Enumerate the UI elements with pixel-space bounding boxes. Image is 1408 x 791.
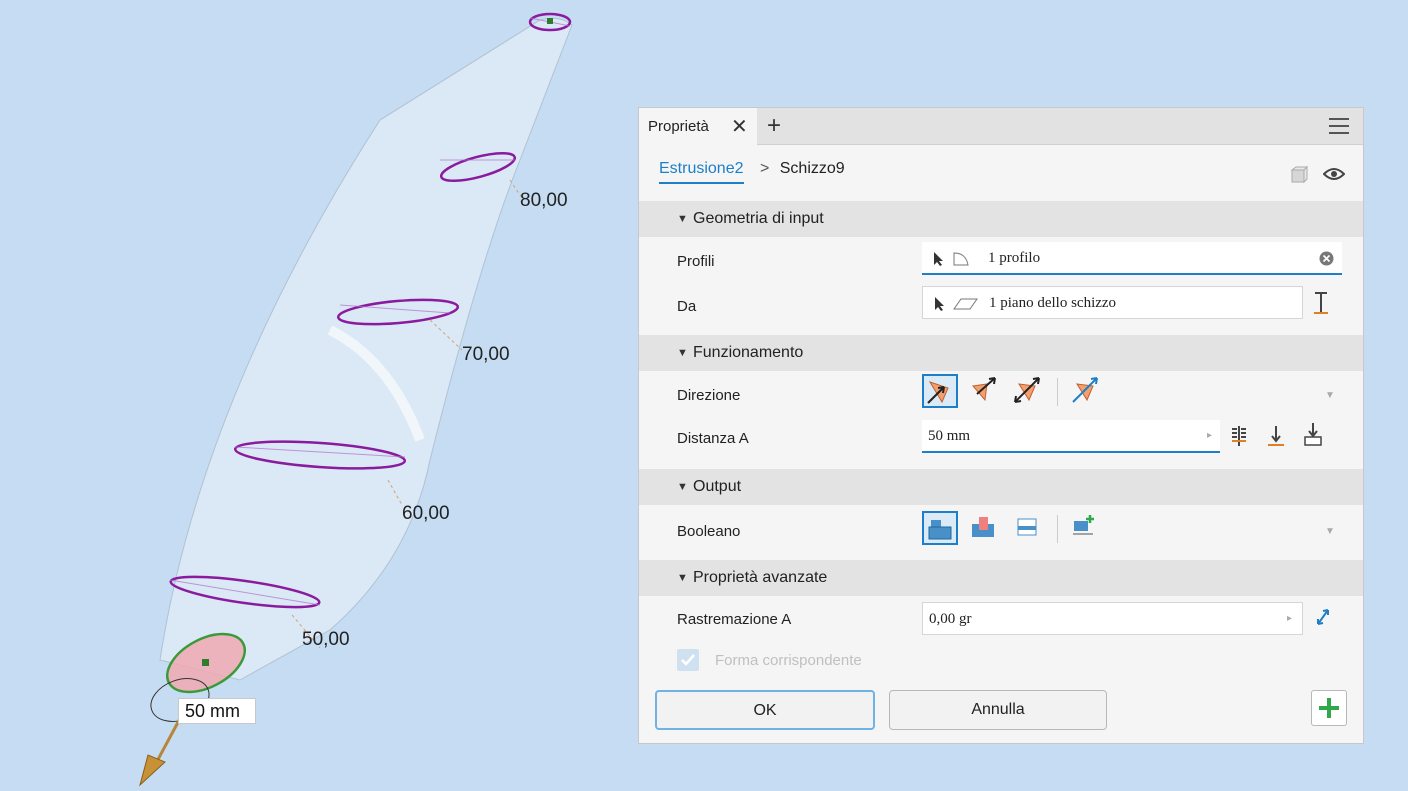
- direction-default-icon: [927, 381, 949, 404]
- section-input-geometry[interactable]: ▼ Geometria di input: [639, 201, 1363, 237]
- dimension-label-60[interactable]: 60,00: [402, 503, 450, 525]
- section-title: Funzionamento: [693, 344, 804, 361]
- distance-input[interactable]: 50 mm ▸: [922, 420, 1220, 453]
- from-label: Da: [677, 298, 697, 315]
- distance-label: Distanza A: [677, 430, 749, 447]
- intersect-icon: [1017, 518, 1037, 536]
- direction-symmetric-button[interactable]: [1011, 374, 1047, 408]
- boolean-dropdown-icon[interactable]: ▼: [1325, 526, 1335, 537]
- direction-flipped-button[interactable]: [967, 374, 1003, 408]
- direction-default-button[interactable]: [922, 374, 958, 408]
- separator: [1057, 515, 1058, 543]
- value-menu-arrow-icon[interactable]: ▸: [1287, 613, 1292, 624]
- section-output[interactable]: ▼ Output: [639, 469, 1363, 505]
- cursor-arrow-icon: [935, 297, 944, 311]
- breadcrumb-sketch[interactable]: Schizzo9: [780, 160, 845, 177]
- direction-dropdown-icon[interactable]: ▼: [1325, 390, 1335, 401]
- apply-add-button[interactable]: [1311, 690, 1347, 726]
- tab-properties[interactable]: Proprietà ✕: [639, 108, 757, 145]
- tab-label: Proprietà: [648, 118, 709, 135]
- taper-value: 0,00 gr: [929, 611, 972, 627]
- eye-icon[interactable]: [1323, 165, 1345, 183]
- properties-panel: Proprietà ✕ + Estrusione2 > Schizzo9 ▼ G…: [638, 107, 1364, 744]
- direction-symmetric-icon: [1014, 377, 1040, 403]
- menu-icon[interactable]: [1329, 118, 1349, 139]
- section-title: Geometria di input: [693, 210, 824, 227]
- separator: [1057, 378, 1058, 406]
- match-shape-label: Forma corrispondente: [715, 652, 862, 669]
- boolean-cut-button[interactable]: [967, 511, 1003, 545]
- direction-asymmetric-button[interactable]: [1069, 374, 1105, 408]
- ok-button[interactable]: OK: [655, 690, 875, 730]
- cube-icon[interactable]: [1289, 165, 1309, 185]
- section-title: Proprietà avanzate: [693, 569, 828, 586]
- collapse-triangle-icon: ▼: [677, 572, 688, 584]
- boolean-join-button[interactable]: [922, 511, 958, 545]
- dimension-label-80[interactable]: 80,00: [520, 190, 568, 212]
- taper-input[interactable]: 0,00 gr ▸: [922, 602, 1303, 635]
- extrude-distance-input[interactable]: 50 mm: [178, 698, 256, 724]
- to-face-icon[interactable]: [1265, 424, 1287, 448]
- cursor-arrow-icon: [934, 252, 943, 266]
- from-selector[interactable]: 1 piano dello schizzo: [922, 286, 1303, 319]
- collapse-triangle-icon: ▼: [677, 213, 688, 225]
- section-behavior[interactable]: ▼ Funzionamento: [639, 335, 1363, 371]
- section-advanced[interactable]: ▼ Proprietà avanzate: [639, 560, 1363, 596]
- new-solid-icon: [1073, 515, 1094, 535]
- panel-tabbar: Proprietà ✕ +: [639, 108, 1363, 145]
- cancel-button[interactable]: Annulla: [889, 690, 1107, 730]
- breadcrumb: Estrusione2 > Schizzo9: [659, 160, 845, 186]
- profiles-value: 1 profilo: [988, 250, 1041, 266]
- value-menu-arrow-icon[interactable]: ▸: [1207, 430, 1212, 441]
- join-icon: [928, 520, 952, 540]
- dimension-label-50[interactable]: 50,00: [302, 629, 350, 651]
- direction-asymmetric-icon: [1072, 377, 1098, 403]
- extrude-arrow-head: [139, 754, 166, 787]
- offset-range-icon[interactable]: [1312, 291, 1330, 315]
- boolean-intersect-button[interactable]: [1011, 511, 1047, 545]
- direction-flipped-icon: [972, 377, 996, 402]
- clear-selection-icon[interactable]: [1319, 251, 1334, 266]
- match-shape-checkbox[interactable]: [677, 649, 699, 671]
- collapse-triangle-icon: ▼: [677, 347, 688, 359]
- profile-shape-icon: [953, 252, 969, 266]
- add-tab-icon[interactable]: +: [767, 112, 781, 140]
- direction-label: Direzione: [677, 387, 741, 404]
- plus-icon: [1319, 698, 1339, 718]
- breadcrumb-feature[interactable]: Estrusione2: [659, 160, 744, 184]
- through-all-icon[interactable]: [1301, 421, 1325, 447]
- new-solid-button[interactable]: [1069, 511, 1105, 545]
- distance-mode-icon[interactable]: [1228, 424, 1250, 448]
- profiles-label: Profili: [677, 253, 715, 270]
- profiles-selector[interactable]: 1 profilo: [922, 242, 1342, 275]
- flip-taper-icon[interactable]: [1314, 606, 1332, 628]
- chevron-right-icon: >: [759, 160, 770, 177]
- distance-value: 50 mm: [928, 428, 971, 444]
- sketch-plane-icon: [953, 298, 978, 310]
- check-icon: [681, 654, 695, 666]
- collapse-triangle-icon: ▼: [677, 481, 688, 493]
- close-icon[interactable]: ✕: [731, 114, 748, 139]
- from-value: 1 piano dello schizzo: [989, 295, 1117, 311]
- boolean-label: Booleano: [677, 523, 741, 540]
- section-title: Output: [693, 478, 742, 495]
- cut-icon: [972, 517, 994, 537]
- taper-label: Rastremazione A: [677, 611, 792, 628]
- dimension-label-70[interactable]: 70,00: [462, 344, 510, 366]
